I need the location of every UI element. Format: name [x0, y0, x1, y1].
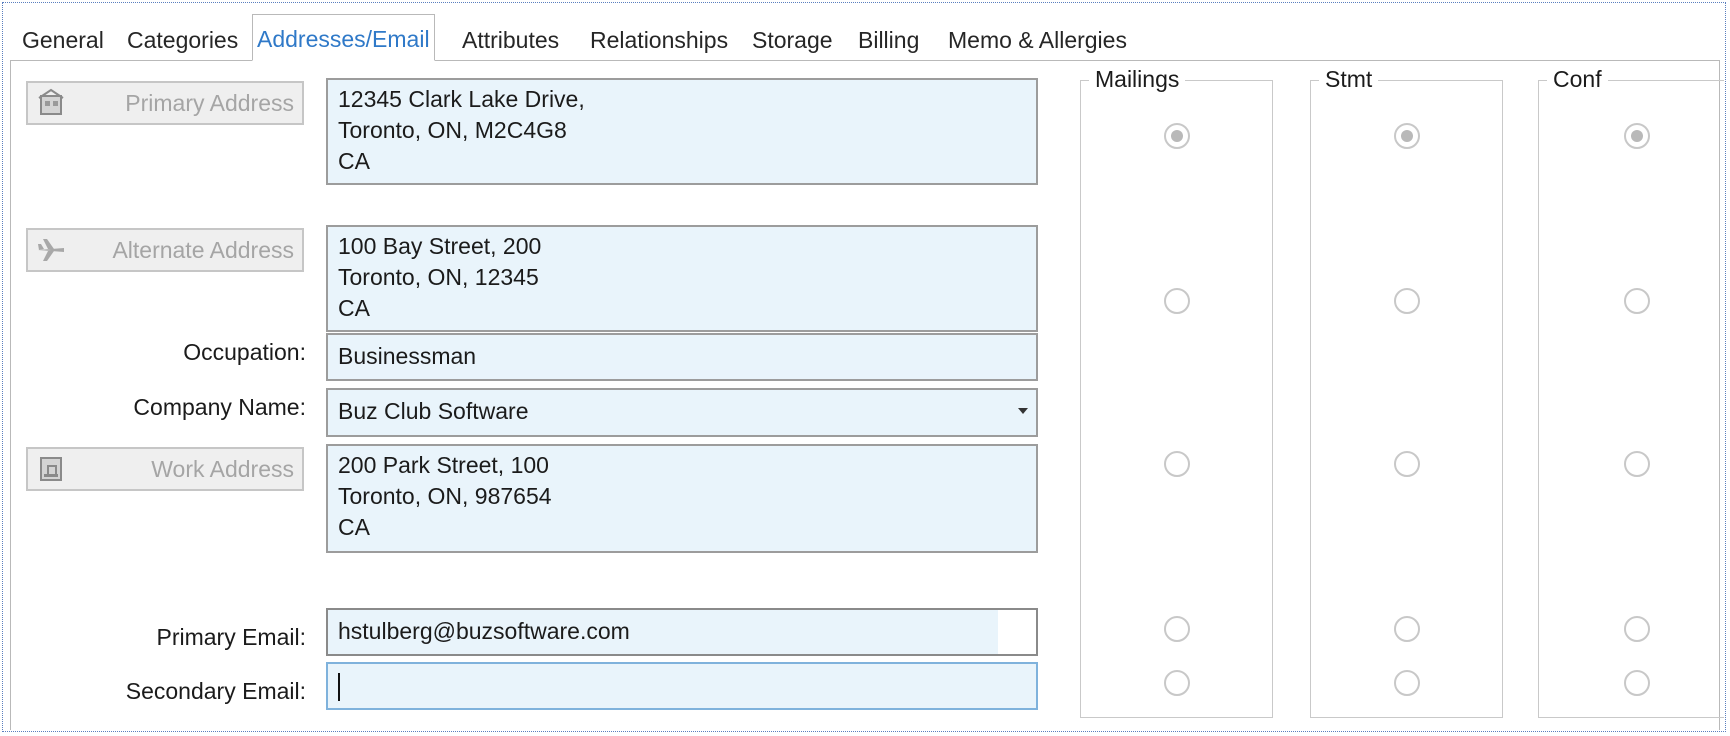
conf-radio-work-address[interactable] [1624, 451, 1650, 477]
secondary-email-input[interactable] [326, 662, 1038, 710]
stmt-radio-primary-address[interactable] [1394, 123, 1420, 149]
tab-addresses-email[interactable]: Addresses/Email [252, 14, 435, 61]
work-address-label: Work Address [151, 456, 294, 482]
chevron-down-icon[interactable] [1018, 408, 1028, 414]
stmt-radio-work-address[interactable] [1394, 451, 1420, 477]
tab-attributes[interactable]: Attributes [458, 22, 563, 60]
tab-general[interactable]: General [18, 22, 108, 60]
company-name-dropdown[interactable]: Buz Club Software [326, 388, 1038, 437]
mailings-radio-secondary-email[interactable] [1164, 670, 1190, 696]
conf-radio-alternate-address[interactable] [1624, 288, 1650, 314]
alternate-address-button[interactable]: Alternate Address [26, 228, 304, 272]
airplane-icon [38, 239, 64, 261]
occupation-input[interactable]: Businessman [326, 333, 1038, 381]
primary-email-input[interactable]: hstulberg@buzsoftware.com [326, 608, 1038, 656]
primary-address-label: Primary Address [125, 90, 294, 116]
work-address-button[interactable]: Work Address [26, 447, 304, 491]
alternate-address-line-3: CA [338, 295, 370, 321]
work-address-line-2: Toronto, ON, 987654 [338, 483, 552, 509]
primary-email-label: Primary Email: [156, 624, 306, 650]
mailings-radio-work-address[interactable] [1164, 451, 1190, 477]
primary-address-box[interactable]: 12345 Clark Lake Drive, Toronto, ON, M2C… [326, 78, 1038, 185]
stmt-radio-secondary-email[interactable] [1394, 670, 1420, 696]
mailings-radio-alternate-address[interactable] [1164, 288, 1190, 314]
tab-memo-allergies[interactable]: Memo & Allergies [944, 22, 1131, 60]
primary-address-button[interactable]: Primary Address [26, 81, 304, 125]
text-cursor [338, 672, 340, 701]
stmt-radio-primary-email[interactable] [1394, 616, 1420, 642]
mailings-radio-primary-email[interactable] [1164, 616, 1190, 642]
tab-categories[interactable]: Categories [123, 22, 242, 60]
conf-radio-secondary-email[interactable] [1624, 670, 1650, 696]
alternate-address-line-1: 100 Bay Street, 200 [338, 233, 542, 259]
mailings-group-title: Mailings [1089, 65, 1186, 93]
work-address-line-1: 200 Park Street, 100 [338, 452, 549, 478]
office-icon [40, 457, 62, 481]
primary-email-value: hstulberg@buzsoftware.com [338, 618, 630, 644]
stmt-group: Stmt [1310, 65, 1503, 718]
occupation-value: Businessman [338, 343, 477, 369]
mailings-radio-primary-address[interactable] [1164, 123, 1190, 149]
stmt-group-title: Stmt [1319, 65, 1379, 93]
tab-relationships[interactable]: Relationships [586, 22, 732, 60]
conf-group: Conf [1538, 65, 1724, 718]
alternate-address-label: Alternate Address [112, 237, 294, 263]
conf-radio-primary-email[interactable] [1624, 616, 1650, 642]
work-address-line-3: CA [338, 514, 370, 540]
mailings-group: Mailings [1080, 65, 1273, 718]
tab-storage[interactable]: Storage [748, 22, 837, 60]
house-icon [38, 88, 64, 115]
primary-address-line-1: 12345 Clark Lake Drive, [338, 86, 585, 112]
primary-address-line-3: CA [338, 148, 370, 174]
tab-billing[interactable]: Billing [854, 22, 923, 60]
conf-radio-primary-address[interactable] [1624, 123, 1650, 149]
alternate-address-box[interactable]: 100 Bay Street, 200 Toronto, ON, 12345 C… [326, 225, 1038, 332]
stmt-radio-alternate-address[interactable] [1394, 288, 1420, 314]
tab-strip: General Categories Addresses/Email Attri… [10, 14, 1720, 61]
company-name-label: Company Name: [133, 394, 306, 420]
company-name-value: Buz Club Software [338, 398, 529, 424]
primary-address-line-2: Toronto, ON, M2C4G8 [338, 117, 567, 143]
conf-group-title: Conf [1547, 65, 1608, 93]
occupation-label: Occupation: [183, 339, 306, 365]
secondary-email-label: Secondary Email: [125, 678, 306, 704]
work-address-box[interactable]: 200 Park Street, 100 Toronto, ON, 987654… [326, 444, 1038, 553]
alternate-address-line-2: Toronto, ON, 12345 [338, 264, 539, 290]
